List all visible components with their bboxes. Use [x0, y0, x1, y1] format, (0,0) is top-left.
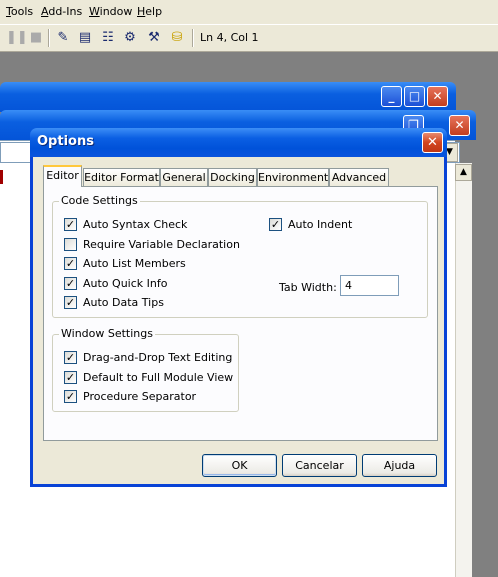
- stop-icon[interactable]: ■: [27, 29, 45, 47]
- checkbox-label: Procedure Separator: [83, 390, 197, 403]
- toolbox-icon[interactable]: ⚒: [145, 29, 163, 47]
- checkbox-box[interactable]: ✓: [64, 351, 77, 364]
- drag-and-drop-text-editing-checkbox[interactable]: ✓ Drag-and-Drop Text Editing: [64, 350, 234, 366]
- editor-tab-panel: Code Settings ✓ Auto Syntax Check Requir…: [43, 186, 438, 441]
- code-settings-group: Code Settings ✓ Auto Syntax Check Requir…: [52, 194, 428, 318]
- close-icon[interactable]: ✕: [427, 86, 448, 107]
- group-label: Code Settings: [59, 194, 140, 207]
- tab-editor[interactable]: Editor: [43, 165, 82, 187]
- checkbox-box[interactable]: ✓: [64, 296, 77, 309]
- ok-button[interactable]: OK: [202, 454, 277, 477]
- close-icon[interactable]: ✕: [449, 115, 470, 136]
- window-settings-group: Window Settings ✓ Drag-and-Drop Text Edi…: [52, 327, 239, 412]
- close-icon[interactable]: ✕: [422, 132, 443, 153]
- toolbar-separator: [192, 29, 194, 47]
- tab-editor-format[interactable]: Editor Format: [83, 168, 160, 187]
- auto-indent-checkbox[interactable]: ✓ Auto Indent: [269, 217, 389, 233]
- maximize-icon[interactable]: □: [404, 86, 425, 107]
- auto-quick-info-checkbox[interactable]: ✓ Auto Quick Info: [64, 276, 264, 292]
- menu-bar: Tools Add-Ins Window Help: [0, 0, 498, 24]
- cursor-position: Ln 4, Col 1: [200, 31, 259, 44]
- tab-width-input[interactable]: 4: [340, 275, 399, 296]
- minimize-icon[interactable]: _: [381, 86, 402, 107]
- cancel-button[interactable]: Cancelar: [282, 454, 357, 477]
- checkbox-box[interactable]: ✓: [64, 257, 77, 270]
- menu-add-ins[interactable]: Add-Ins: [41, 5, 82, 18]
- checkbox-box[interactable]: ✓: [269, 218, 282, 231]
- properties-window-icon[interactable]: ☷: [99, 29, 117, 47]
- checkbox-label: Auto List Members: [83, 257, 186, 270]
- tab-advanced[interactable]: Advanced: [329, 168, 389, 187]
- control-toolbox-icon[interactable]: ⛁: [168, 29, 186, 47]
- dialog-titlebar[interactable]: Options ✕: [30, 128, 447, 157]
- dialog-title: Options: [37, 134, 94, 149]
- checkbox-box[interactable]: ✓: [64, 390, 77, 403]
- tab-environment[interactable]: Environment: [257, 168, 329, 187]
- checkbox-box[interactable]: [64, 238, 77, 251]
- checkbox-label: Require Variable Declaration: [83, 238, 240, 251]
- checkbox-label: Auto Syntax Check: [83, 218, 188, 231]
- checkbox-box[interactable]: ✓: [64, 371, 77, 384]
- group-label: Window Settings: [59, 327, 155, 340]
- standard-toolbar: ❚❚ ■ ✎ ▤ ☷ ⚙ ⚒ ⛁ Ln 4, Col 1: [0, 24, 498, 52]
- pause-icon[interactable]: ❚❚: [6, 29, 28, 47]
- options-dialog: Options ✕ Editor Editor Format General D…: [30, 128, 447, 487]
- auto-list-members-checkbox[interactable]: ✓ Auto List Members: [64, 256, 264, 272]
- back-window-titlebar[interactable]: _ □ ✕: [0, 82, 456, 112]
- menu-tools[interactable]: Tools: [6, 5, 33, 18]
- checkbox-box[interactable]: ✓: [64, 218, 77, 231]
- checkbox-label: Default to Full Module View: [83, 371, 234, 384]
- checkbox-label: Drag-and-Drop Text Editing: [83, 351, 233, 364]
- checkbox-label: Auto Indent: [288, 218, 353, 231]
- tab-width-label: Tab Width:: [279, 281, 337, 294]
- breakpoint-marker: [0, 170, 3, 184]
- scroll-up-icon[interactable]: ▲: [455, 164, 472, 181]
- help-button[interactable]: Ajuda: [362, 454, 437, 477]
- tab-docking[interactable]: Docking: [208, 168, 257, 187]
- toolbar-separator: [48, 29, 50, 47]
- design-mode-icon[interactable]: ✎: [54, 29, 72, 47]
- tab-general[interactable]: General: [160, 168, 208, 187]
- dialog-body: Editor Editor Format General Docking Env…: [33, 157, 444, 484]
- menu-help[interactable]: Help: [137, 5, 162, 18]
- object-browser-icon[interactable]: ⚙: [121, 29, 139, 47]
- menu-window[interactable]: Window: [89, 5, 132, 18]
- procedure-separator-checkbox[interactable]: ✓ Procedure Separator: [64, 389, 234, 405]
- default-to-full-module-view-checkbox[interactable]: ✓ Default to Full Module View: [64, 370, 234, 386]
- project-explorer-icon[interactable]: ▤: [76, 29, 94, 47]
- checkbox-box[interactable]: ✓: [64, 277, 77, 290]
- checkbox-label: Auto Quick Info: [83, 277, 168, 290]
- require-variable-declaration-checkbox[interactable]: Require Variable Declaration: [64, 237, 264, 253]
- vertical-scrollbar[interactable]: [455, 163, 472, 577]
- auto-syntax-check-checkbox[interactable]: ✓ Auto Syntax Check: [64, 217, 264, 233]
- auto-data-tips-checkbox[interactable]: ✓ Auto Data Tips: [64, 295, 264, 311]
- checkbox-label: Auto Data Tips: [83, 296, 164, 309]
